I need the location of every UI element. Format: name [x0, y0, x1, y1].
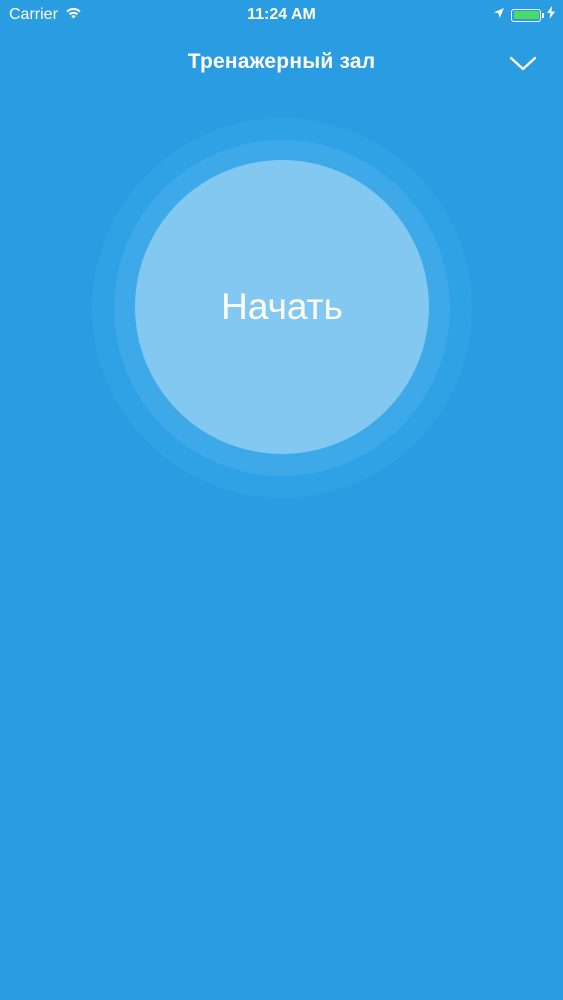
header: Тренажерный зал	[0, 44, 563, 82]
charging-bolt-icon	[547, 6, 555, 24]
status-bar: Carrier 11:24 AM	[0, 0, 563, 30]
page-title: Тренажерный зал	[187, 50, 376, 73]
location-arrow-icon	[493, 6, 505, 24]
status-time: 11:24 AM	[247, 6, 316, 23]
chevron-down-icon[interactable]	[509, 52, 537, 74]
battery-icon	[511, 8, 544, 22]
start-button[interactable]: Начать	[135, 160, 429, 454]
status-right	[493, 6, 555, 24]
battery-level	[513, 11, 539, 19]
start-button-label: Начать	[221, 286, 343, 327]
